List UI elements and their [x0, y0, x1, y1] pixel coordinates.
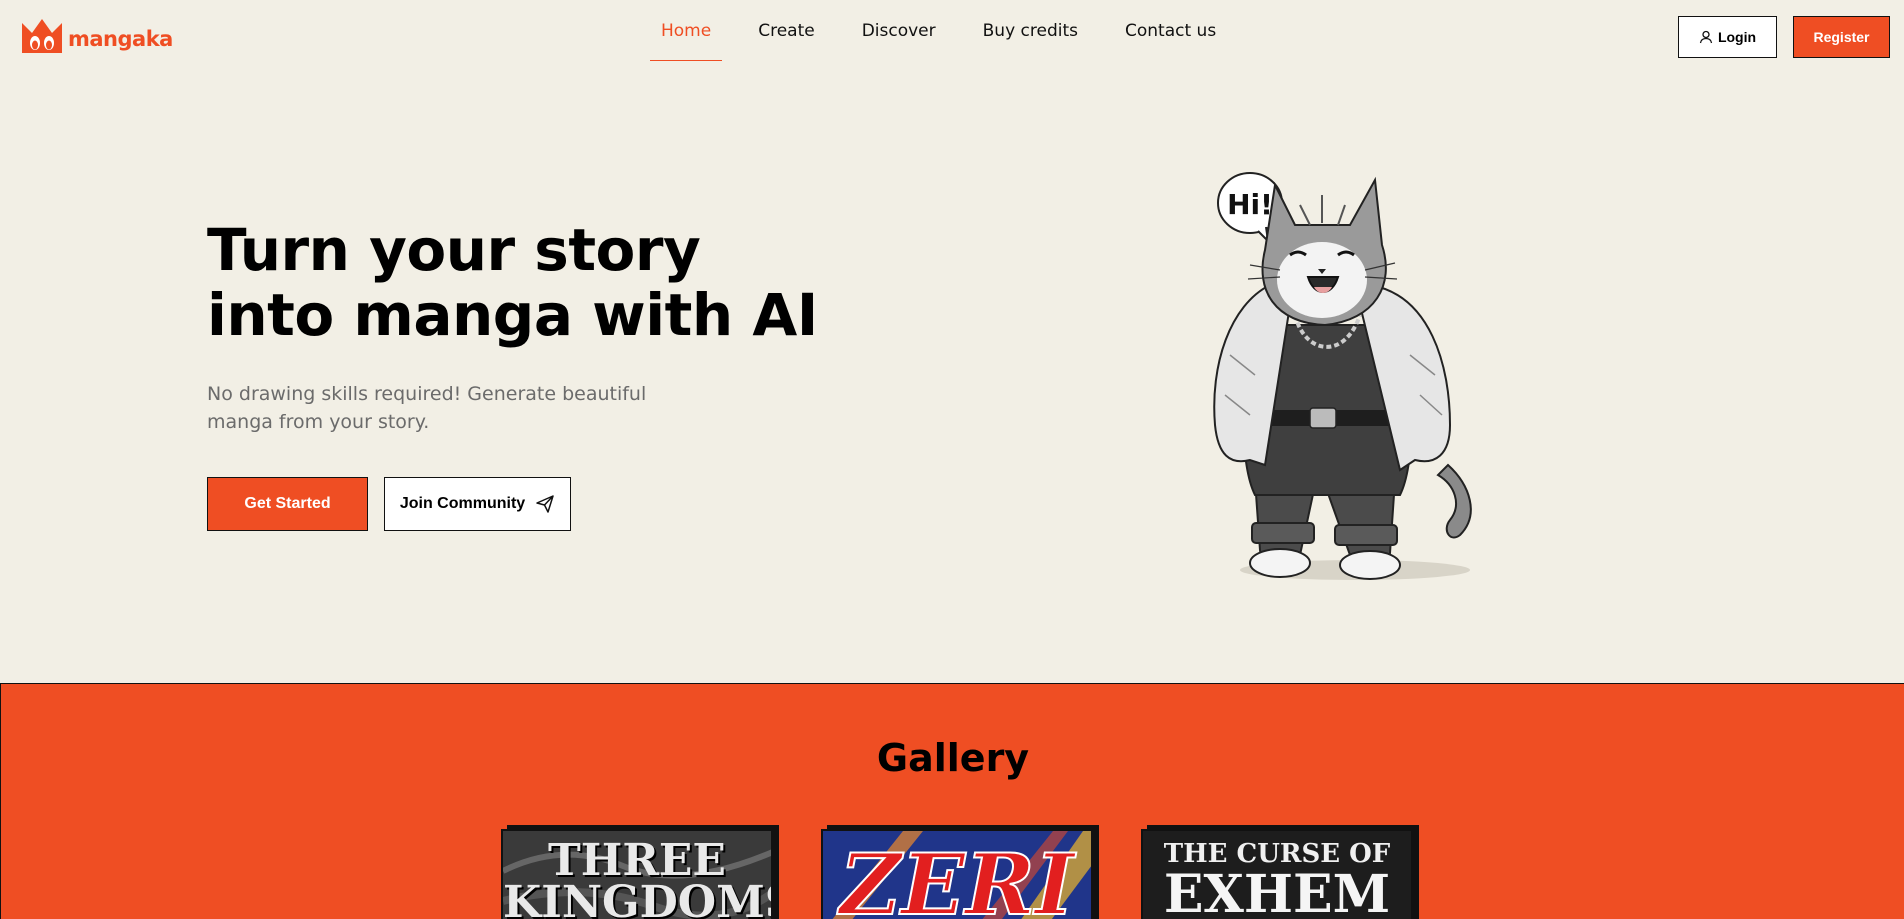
gallery-card-title-line-2: KINGDOMS: [503, 877, 773, 919]
hero-subtitle-line-1: No drawing skills required! Generate bea…: [207, 383, 647, 405]
hero-subtitle: No drawing skills required! Generate bea…: [207, 380, 707, 436]
main-nav: Home Create Discover Buy credits Contact…: [650, 0, 1252, 62]
send-icon: [536, 495, 554, 513]
logo-mark-icon: [22, 19, 62, 53]
join-community-label: Join Community: [399, 495, 526, 512]
gallery-section: Gallery THREE KINGDOMS ZERI THE CURSE OF…: [0, 683, 1904, 919]
login-label: Login: [1717, 29, 1757, 45]
speech-bubble-text: Hi!: [1227, 188, 1273, 221]
nav-item-home[interactable]: Home: [650, 0, 723, 62]
gallery-card-curse-of-exhem[interactable]: THE CURSE OF EXHEM: [1141, 829, 1413, 919]
nav-item-contact-us[interactable]: Contact us: [1114, 0, 1227, 62]
hero-title-line-1: Turn your story: [207, 216, 701, 284]
cat-illustration: Hi!: [1213, 172, 1472, 580]
join-community-button[interactable]: Join Community: [384, 477, 571, 531]
get-started-button[interactable]: Get Started: [207, 477, 368, 531]
logo[interactable]: mangaka: [20, 16, 173, 56]
logo-text: mangaka: [68, 27, 173, 51]
gallery-card-title-line-2: EXHEM: [1163, 864, 1391, 919]
login-button[interactable]: Login: [1678, 16, 1777, 58]
nav-item-create[interactable]: Create: [747, 0, 826, 62]
gallery-card-zeri[interactable]: ZERI: [821, 829, 1093, 919]
gallery-card-three-kingdoms[interactable]: THREE KINGDOMS: [501, 829, 773, 919]
gallery-title: Gallery: [876, 736, 1030, 780]
nav-item-buy-credits[interactable]: Buy credits: [972, 0, 1089, 62]
register-button[interactable]: Register: [1793, 16, 1890, 58]
hero-subtitle-line-2: manga from your story.: [207, 411, 430, 433]
site-header: mangaka Home Create Discover Buy credits…: [0, 0, 1904, 70]
nav-item-discover[interactable]: Discover: [851, 0, 947, 62]
hero-title: Turn your story into manga with AI: [207, 218, 907, 348]
user-icon: [1699, 30, 1713, 44]
hero-title-line-2: into manga with AI: [207, 281, 818, 349]
gallery-card-title-line-1: ZERI: [839, 835, 1075, 919]
